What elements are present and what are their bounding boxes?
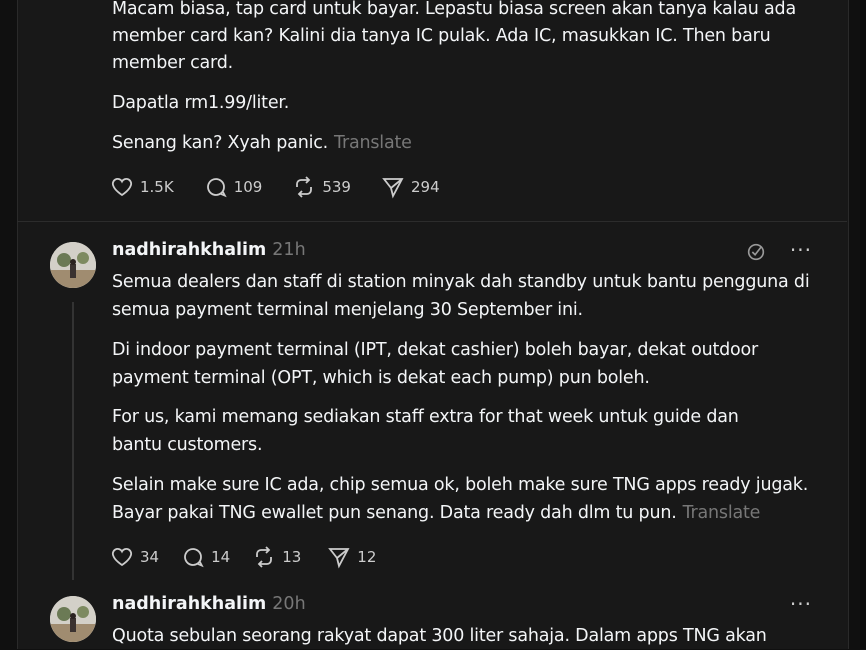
more-icon[interactable]: ··· — [790, 592, 812, 616]
post-time[interactable]: 20h — [272, 594, 305, 614]
post-text-line: Quota sebulan seorang rakyat dapat 300 l… — [112, 626, 767, 646]
reply-button[interactable]: 109 — [204, 175, 263, 199]
username[interactable]: nadhirahkhalim — [112, 240, 266, 260]
translate-icon[interactable] — [745, 241, 767, 263]
post-actions: 1.5K 109 539 294 — [110, 175, 470, 199]
post-text-line: Selain make sure IC ada, chip semua ok, … — [112, 475, 809, 495]
post-text-line: Senang kan? Xyah panic. Translate — [112, 129, 412, 157]
post-actions: 34 14 13 12 — [110, 545, 406, 569]
like-count: 1.5K — [140, 178, 174, 196]
username[interactable]: nadhirahkhalim — [112, 594, 266, 614]
reply-button[interactable]: 14 — [181, 545, 230, 569]
post-time[interactable]: 21h — [272, 240, 305, 260]
post-text-line: Macam biasa, tap card untuk bayar. Lepas… — [112, 0, 796, 19]
comment-icon — [206, 178, 227, 198]
post-author[interactable]: nadhirahkhalim 21h — [112, 240, 306, 260]
post-text-line: semua payment terminal menjelang 30 Sept… — [112, 300, 583, 320]
share-count: 294 — [410, 178, 440, 196]
post-text-line: bantu customers. — [112, 435, 263, 455]
share-count: 12 — [357, 548, 377, 566]
share-icon — [382, 178, 404, 199]
post-author[interactable]: nadhirahkhalim 20h — [112, 594, 306, 614]
post-text-line: Dapatla rm1.99/liter. — [112, 93, 290, 113]
thread-line — [72, 302, 74, 580]
reply-count: 14 — [211, 548, 231, 566]
post-text-line: For us, kami memang sediakan staff extra… — [112, 407, 739, 427]
share-button[interactable]: 294 — [381, 175, 440, 199]
like-button[interactable]: 34 — [110, 545, 159, 569]
share-button[interactable]: 12 — [327, 545, 376, 569]
post-text-line: Di indoor payment terminal (IPT, dekat c… — [112, 340, 759, 360]
more-icon[interactable]: ··· — [790, 238, 812, 262]
comment-icon — [184, 548, 204, 568]
avatar-image — [50, 242, 96, 288]
post-text-line: Bayar pakai TNG ewallet pun senang. Data… — [112, 499, 760, 527]
avatar[interactable] — [50, 242, 96, 288]
repost-icon — [256, 546, 273, 568]
post-text-line: member card kan? Kalini dia tanya IC pul… — [112, 26, 771, 46]
like-button[interactable]: 1.5K — [110, 175, 174, 199]
post-text: Senang kan? Xyah panic. — [112, 133, 329, 153]
post-text-line: payment terminal (OPT, which is dekat ea… — [112, 368, 650, 388]
post-text-line: member card. — [112, 53, 233, 73]
translate-link[interactable]: Translate — [334, 133, 412, 153]
heart-icon — [111, 548, 133, 567]
scrollbar[interactable] — [860, 0, 866, 649]
post-text-line: Semua dealers dan staff di station minya… — [112, 272, 810, 292]
repost-count: 539 — [322, 178, 351, 196]
post-divider — [17, 221, 847, 222]
post-text: Bayar pakai TNG ewallet pun senang. Data… — [112, 503, 677, 523]
reply-count: 109 — [233, 178, 263, 196]
heart-icon — [111, 178, 133, 197]
share-icon — [328, 548, 350, 569]
avatar-image — [50, 596, 96, 642]
repost-count: 13 — [282, 548, 302, 566]
avatar[interactable] — [50, 596, 96, 642]
translate-link[interactable]: Translate — [683, 503, 761, 523]
repost-button[interactable]: 13 — [252, 545, 301, 569]
like-count: 34 — [140, 548, 160, 566]
repost-icon — [296, 176, 313, 198]
repost-button[interactable]: 539 — [292, 175, 351, 199]
